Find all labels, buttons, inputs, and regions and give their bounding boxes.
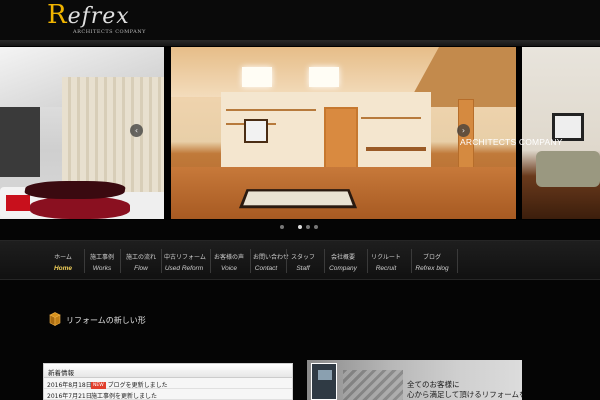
slider-dot-4[interactable]	[314, 225, 318, 229]
nav-item-flow[interactable]: 施工の流れ Flow	[124, 241, 158, 281]
nav-item-en-label: Flow	[134, 265, 148, 272]
nav-item-jp-label: ホーム	[54, 254, 72, 261]
news-text: ブログを更新しました	[107, 382, 168, 389]
nav-item-en-label: Voice	[220, 265, 238, 272]
nav-separator	[120, 249, 121, 273]
nav-item-jp-label: お客様の声	[214, 254, 245, 261]
logo-rest: efrex	[67, 4, 130, 29]
nav-item-company[interactable]: 会社概要 Company	[328, 241, 358, 281]
news-date: 2016年8月18日	[47, 382, 92, 389]
news-header: 新着情報	[44, 364, 292, 378]
banner-staircase-image	[343, 370, 403, 400]
nav-item-jp-label: ブログ	[422, 254, 441, 261]
nav-item-en-label: Works	[92, 265, 112, 272]
nav-item-jp-label: お問い合わせ	[253, 254, 290, 261]
news-date: 2016年7月21日	[47, 393, 92, 400]
nav-separator	[161, 249, 162, 273]
section-title: リフォームの新しい形	[66, 316, 146, 325]
banner-line-2: 心から満足して頂けるリフォームを	[407, 390, 522, 399]
nav-item-en-label: Recruit	[375, 265, 397, 272]
banner-copy: 全てのお客様に 心から満足して頂けるリフォームを	[407, 380, 522, 400]
slider-dot-3[interactable]	[306, 225, 310, 229]
slider-dot-2[interactable]	[298, 225, 302, 229]
banner-thumbnail	[311, 363, 337, 400]
nav-item-en-label: Home	[53, 265, 73, 272]
nav-separator	[286, 249, 287, 273]
nav-separator	[457, 249, 458, 273]
new-badge: NEW	[91, 382, 106, 389]
box-icon	[49, 312, 61, 326]
main-nav: ホーム Home 施工事例 Works 施工の流れ Flow 中古リフォーム U…	[0, 240, 600, 280]
nav-item-en-label: Refrex blog	[415, 265, 449, 272]
nav-item-jp-label: リクルート	[371, 254, 401, 261]
nav-separator	[411, 249, 412, 273]
nav-item-jp-label: 会社概要	[330, 254, 355, 261]
news-item[interactable]: 2016年8月18日NEW ブログを更新しました	[44, 378, 292, 389]
nav-item-used-reform[interactable]: 中古リフォーム Used Reform	[164, 241, 206, 281]
news-item[interactable]: 2016年7月21日施工事例を更新しました	[44, 389, 292, 400]
nav-item-staff[interactable]: スタッフ Staff	[290, 241, 316, 281]
nav-item-contact[interactable]: お問い合わせ Contact	[253, 241, 290, 281]
nav-item-jp-label: 施工の流れ	[125, 254, 156, 261]
nav-separator	[84, 249, 85, 273]
nav-separator	[250, 249, 251, 273]
site-logo[interactable]: Refrex ARCHITECTS COMPANY	[47, 2, 146, 35]
nav-item-jp-label: スタッフ	[290, 254, 315, 261]
hero-slider: ‹ › ARCHITECTS COMPANY	[0, 46, 600, 220]
nav-item-jp-label: 施工事例	[89, 254, 114, 261]
nav-item-recruit[interactable]: リクルート Recruit	[370, 241, 402, 281]
logo-wordmark: Refrex	[47, 2, 146, 29]
slide-next-image	[522, 47, 600, 219]
slider-next-button[interactable]: ›	[457, 124, 470, 137]
slider-prev-button[interactable]: ‹	[130, 124, 143, 137]
nav-item-blog[interactable]: ブログ Refrex blog	[414, 241, 450, 281]
slider-dot-1[interactable]	[280, 225, 284, 229]
logo-first-letter: R	[47, 0, 68, 30]
nav-item-en-label: Company	[329, 265, 357, 272]
nav-separator	[324, 249, 325, 273]
slide-caption: ARCHITECTS COMPANY	[460, 137, 563, 147]
nav-item-home[interactable]: ホーム Home	[46, 241, 80, 281]
nav-item-en-label: Used Reform	[164, 265, 204, 272]
banner-line-1: 全てのお客様に	[407, 380, 460, 389]
news-text: 施工事例を更新しました	[91, 393, 158, 400]
nav-item-jp-label: 中古リフォーム	[164, 254, 206, 261]
nav-item-works[interactable]: 施工事例 Works	[88, 241, 116, 281]
logo-tagline: ARCHITECTS COMPANY	[73, 29, 146, 35]
nav-item-voice[interactable]: お客様の声 Voice	[214, 241, 244, 281]
site-header: Refrex ARCHITECTS COMPANY	[0, 0, 600, 40]
news-panel: 新着情報 2016年8月18日NEW ブログを更新しました 2016年7月21日施…	[43, 363, 293, 400]
nav-separator	[210, 249, 211, 273]
nav-item-en-label: Staff	[296, 265, 310, 272]
nav-separator	[367, 249, 368, 273]
nav-item-en-label: Contact	[254, 265, 278, 272]
promo-banner[interactable]: 全てのお客様に 心から満足して頂けるリフォームを	[307, 360, 522, 400]
